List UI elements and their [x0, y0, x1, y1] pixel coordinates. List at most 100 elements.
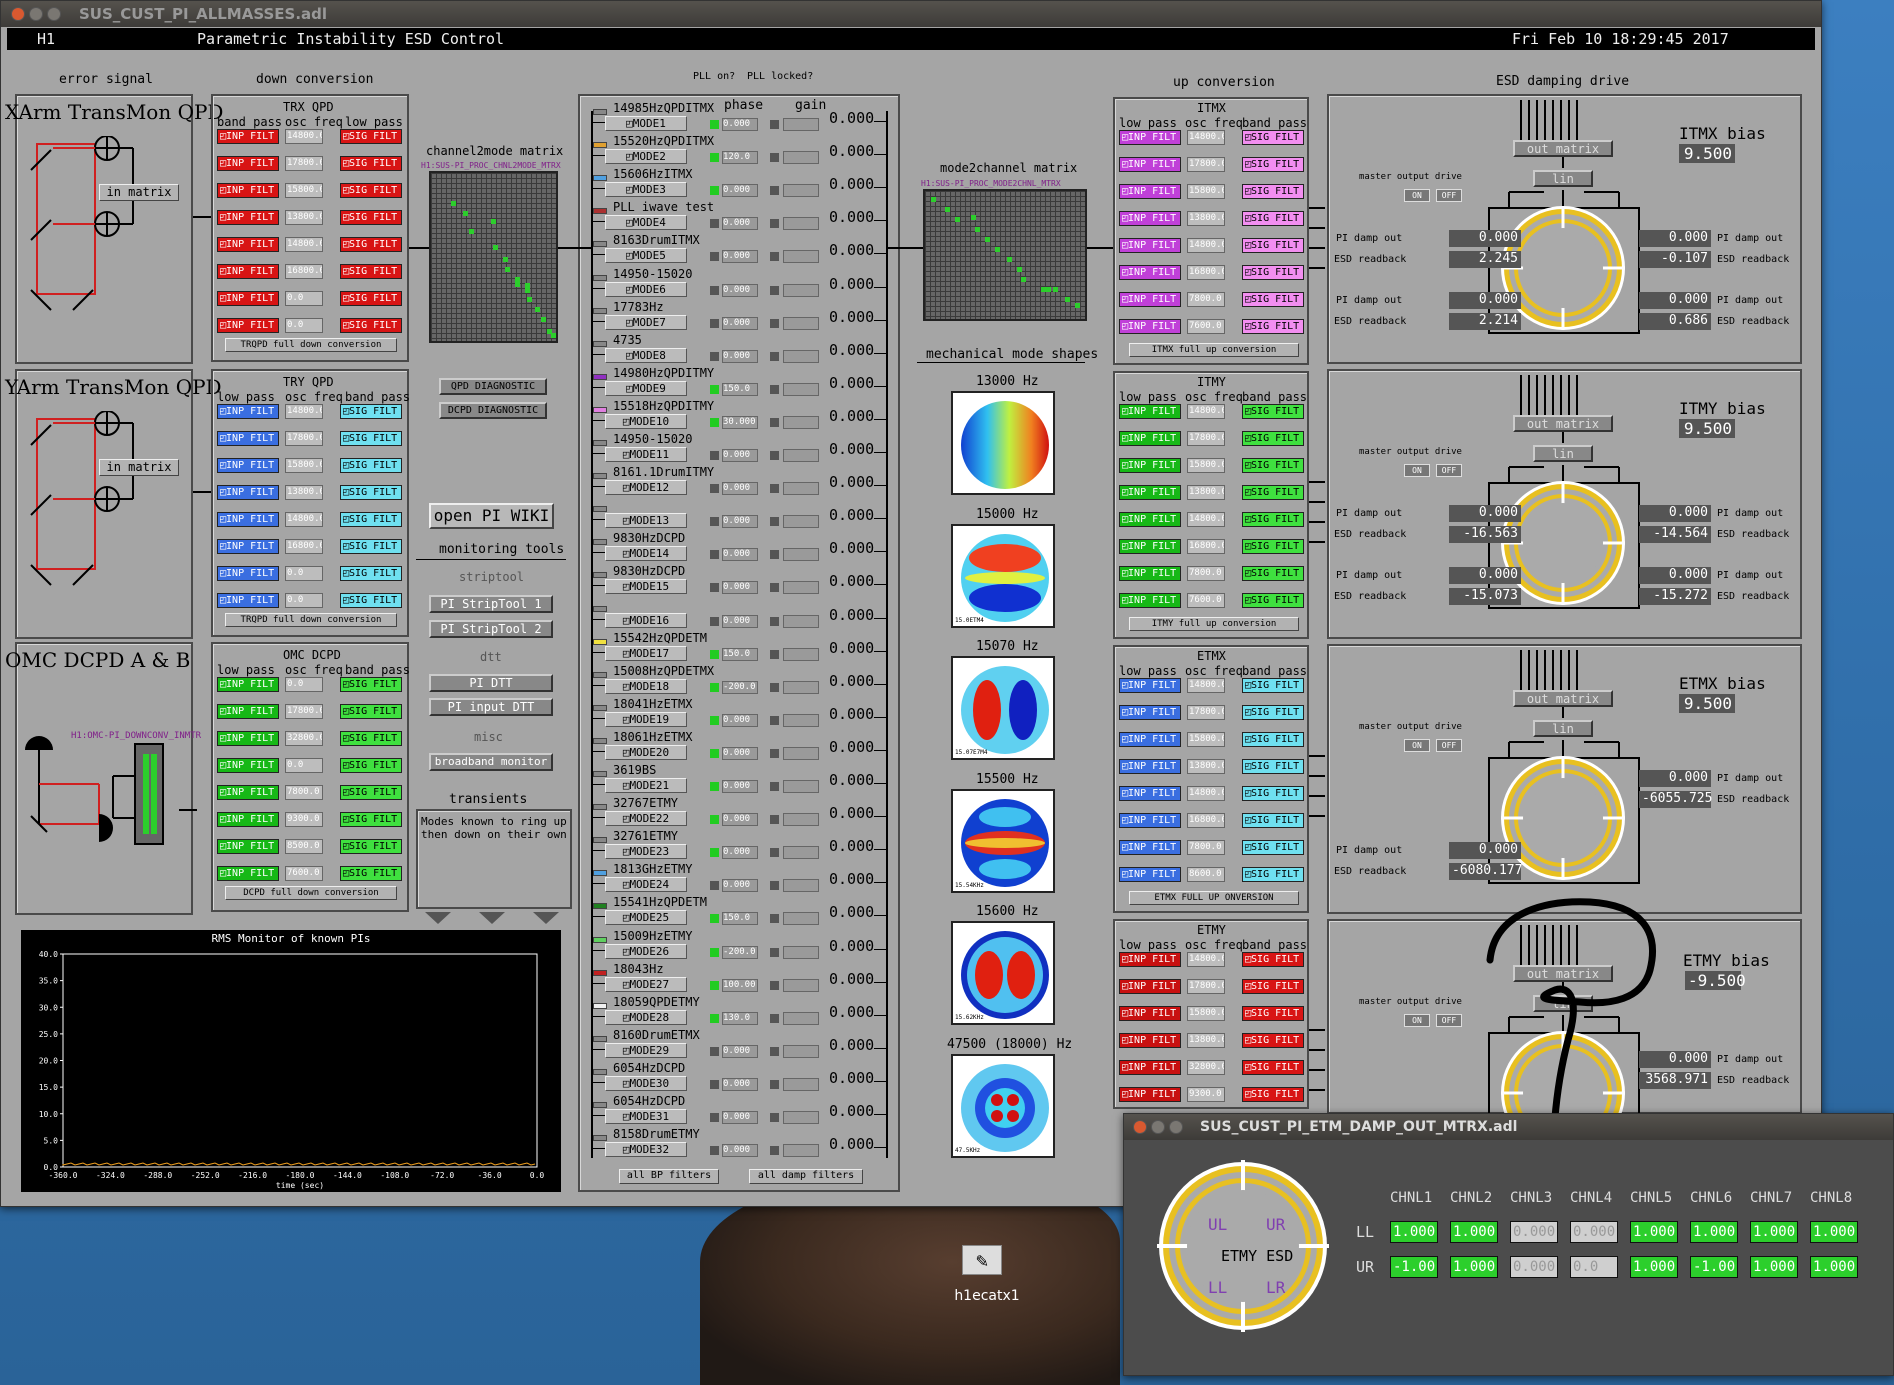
mode-button[interactable]: ◰MODE6 [605, 281, 687, 297]
inp-filt-button[interactable]: ◰INP FILT [217, 129, 279, 144]
matrix-cell-input[interactable]: 0.0 [1570, 1256, 1618, 1278]
sig-filt-button[interactable]: ◰SIG FILT [340, 758, 402, 773]
gain-field[interactable] [783, 1144, 819, 1158]
sig-filt-button[interactable]: ◰SIG FILT [1242, 431, 1304, 446]
gain-field[interactable] [783, 746, 819, 760]
pll-on-led[interactable] [710, 980, 719, 990]
inp-filt-button[interactable]: ◰INP FILT [217, 404, 279, 419]
matrix-cell-on[interactable] [541, 317, 546, 322]
osc-freq-field[interactable]: 13800.0 [285, 485, 323, 500]
phase-field[interactable]: 0.000 [722, 1144, 758, 1158]
phase-field[interactable]: 0.000 [722, 713, 758, 727]
pll-on-led[interactable] [710, 583, 719, 593]
sig-filt-button[interactable]: ◰SIG FILT [1242, 1087, 1304, 1102]
mode-button[interactable]: ◰MODE30 [605, 1075, 687, 1091]
osc-freq-field[interactable]: 14800.0 [1187, 678, 1225, 693]
pi-striptool-1-button[interactable]: PI StripTool 1 [429, 595, 553, 613]
pll-on-led[interactable] [710, 1113, 719, 1122]
inp-filt-button[interactable]: ◰INP FILT [1119, 759, 1181, 774]
osc-freq-field[interactable]: 17800.0 [1187, 157, 1225, 172]
pll-on-led[interactable] [710, 186, 719, 196]
gain-field[interactable] [783, 283, 819, 297]
sig-filt-button[interactable]: ◰SIG FILT [1242, 485, 1304, 500]
mode-button[interactable]: ◰MODE7 [605, 314, 687, 330]
sig-filt-button[interactable]: ◰SIG FILT [340, 812, 402, 827]
inp-filt-button[interactable]: ◰INP FILT [217, 156, 279, 171]
gain-field[interactable] [783, 680, 819, 694]
osc-freq-field[interactable]: 14800.0 [285, 129, 323, 144]
inp-filt-button[interactable]: ◰INP FILT [1119, 566, 1181, 581]
pll-on-led[interactable] [710, 1046, 719, 1056]
matrix-cell-on[interactable] [975, 227, 980, 232]
sig-filt-button[interactable]: ◰SIG FILT [1242, 157, 1304, 172]
qpd-diagnostic-button[interactable]: QPD DIAGNOSTIC [439, 378, 547, 395]
inp-filt-button[interactable]: ◰INP FILT [1119, 786, 1181, 801]
osc-freq-field[interactable]: 15800.0 [1187, 1006, 1225, 1021]
osc-freq-field[interactable]: 14800.0 [285, 404, 323, 419]
osc-freq-field[interactable]: 13800.0 [1187, 759, 1225, 774]
mode-button[interactable]: ◰MODE22 [605, 811, 687, 827]
matrix-cell-on[interactable] [525, 283, 530, 293]
inp-filt-button[interactable]: ◰INP FILT [217, 677, 279, 692]
phase-field[interactable]: 0.000 [722, 482, 758, 496]
gain-field[interactable] [783, 713, 819, 727]
osc-freq-field[interactable]: 14800.0 [1187, 952, 1225, 967]
osc-freq-field[interactable]: 17800.0 [1187, 431, 1225, 446]
full-up-conversion-button[interactable]: ETMX FULL UP ONVERSION [1129, 891, 1299, 905]
inp-filt-button[interactable]: ◰INP FILT [1119, 431, 1181, 446]
osc-freq-field[interactable]: 15800.0 [1187, 184, 1225, 199]
matrix-cell-input[interactable]: -1.00 [1690, 1256, 1738, 1278]
osc-freq-field[interactable]: 15800.0 [1187, 732, 1225, 747]
sig-filt-button[interactable]: ◰SIG FILT [340, 539, 402, 554]
desktop-icon[interactable]: ✎ h1ecatx1 [952, 1245, 1022, 1305]
matrix-cell-input[interactable]: 1.000 [1690, 1221, 1738, 1243]
osc-freq-field[interactable]: 7600.0 [1187, 319, 1225, 334]
phase-field[interactable]: 0.000 [722, 879, 758, 893]
pll-on-led[interactable] [710, 649, 719, 659]
pll-on-led[interactable] [710, 384, 719, 394]
pll-on-led[interactable] [710, 1079, 719, 1089]
matrix-cell-on[interactable] [955, 217, 960, 222]
mode-button[interactable]: ◰MODE1 [605, 116, 687, 131]
pll-on-led[interactable] [710, 120, 719, 129]
osc-freq-field[interactable]: 14800.0 [285, 512, 323, 527]
pll-on-led[interactable] [710, 848, 719, 858]
minimize-icon[interactable] [29, 7, 43, 21]
phase-field[interactable]: 130.0 [722, 1011, 758, 1025]
inp-filt-button[interactable]: ◰INP FILT [217, 704, 279, 719]
pll-on-led[interactable] [710, 1013, 719, 1023]
mode-button[interactable]: ◰MODE8 [605, 347, 687, 363]
inp-filt-button[interactable]: ◰INP FILT [1119, 265, 1181, 280]
matrix-cell-on[interactable] [1017, 267, 1022, 272]
osc-freq-field[interactable]: 0.0 [285, 318, 323, 333]
pll-on-led[interactable] [710, 351, 719, 361]
gain-field[interactable] [783, 515, 819, 529]
all-damp-filters-button[interactable]: all damp filters [749, 1169, 863, 1184]
sig-filt-button[interactable]: ◰SIG FILT [340, 485, 402, 500]
mode-button[interactable]: ◰MODE17 [605, 645, 687, 661]
mode-button[interactable]: ◰MODE13 [605, 513, 687, 529]
osc-freq-field[interactable]: 17800.0 [285, 431, 323, 446]
maximize-icon[interactable] [47, 7, 61, 21]
sig-filt-button[interactable]: ◰SIG FILT [1242, 732, 1304, 747]
matrix-cell-on[interactable] [1065, 297, 1070, 302]
inp-filt-button[interactable]: ◰INP FILT [1119, 1006, 1181, 1021]
matrix-cell-on[interactable] [1075, 303, 1080, 308]
sig-filt-button[interactable]: ◰SIG FILT [1242, 979, 1304, 994]
mode-button[interactable]: ◰MODE11 [605, 447, 687, 462]
pll-on-led[interactable] [710, 219, 719, 229]
mode-button[interactable]: ◰MODE18 [605, 678, 687, 694]
inp-filt-button[interactable]: ◰INP FILT [217, 839, 279, 854]
gain-field[interactable] [783, 382, 819, 396]
gain-field[interactable] [783, 647, 819, 661]
matrix-cell-input[interactable]: 1.000 [1450, 1256, 1498, 1278]
pll-on-led[interactable] [710, 550, 719, 560]
gain-field[interactable] [783, 184, 819, 198]
gain-field[interactable] [783, 846, 819, 860]
popup-maximize-icon[interactable] [1169, 1120, 1183, 1134]
osc-freq-field[interactable]: 13800.0 [285, 210, 323, 225]
osc-freq-field[interactable]: 0.0 [285, 677, 323, 692]
pll-on-led[interactable] [710, 616, 719, 626]
sig-filt-button[interactable]: ◰SIG FILT [1242, 1006, 1304, 1021]
gain-field[interactable] [783, 581, 819, 595]
